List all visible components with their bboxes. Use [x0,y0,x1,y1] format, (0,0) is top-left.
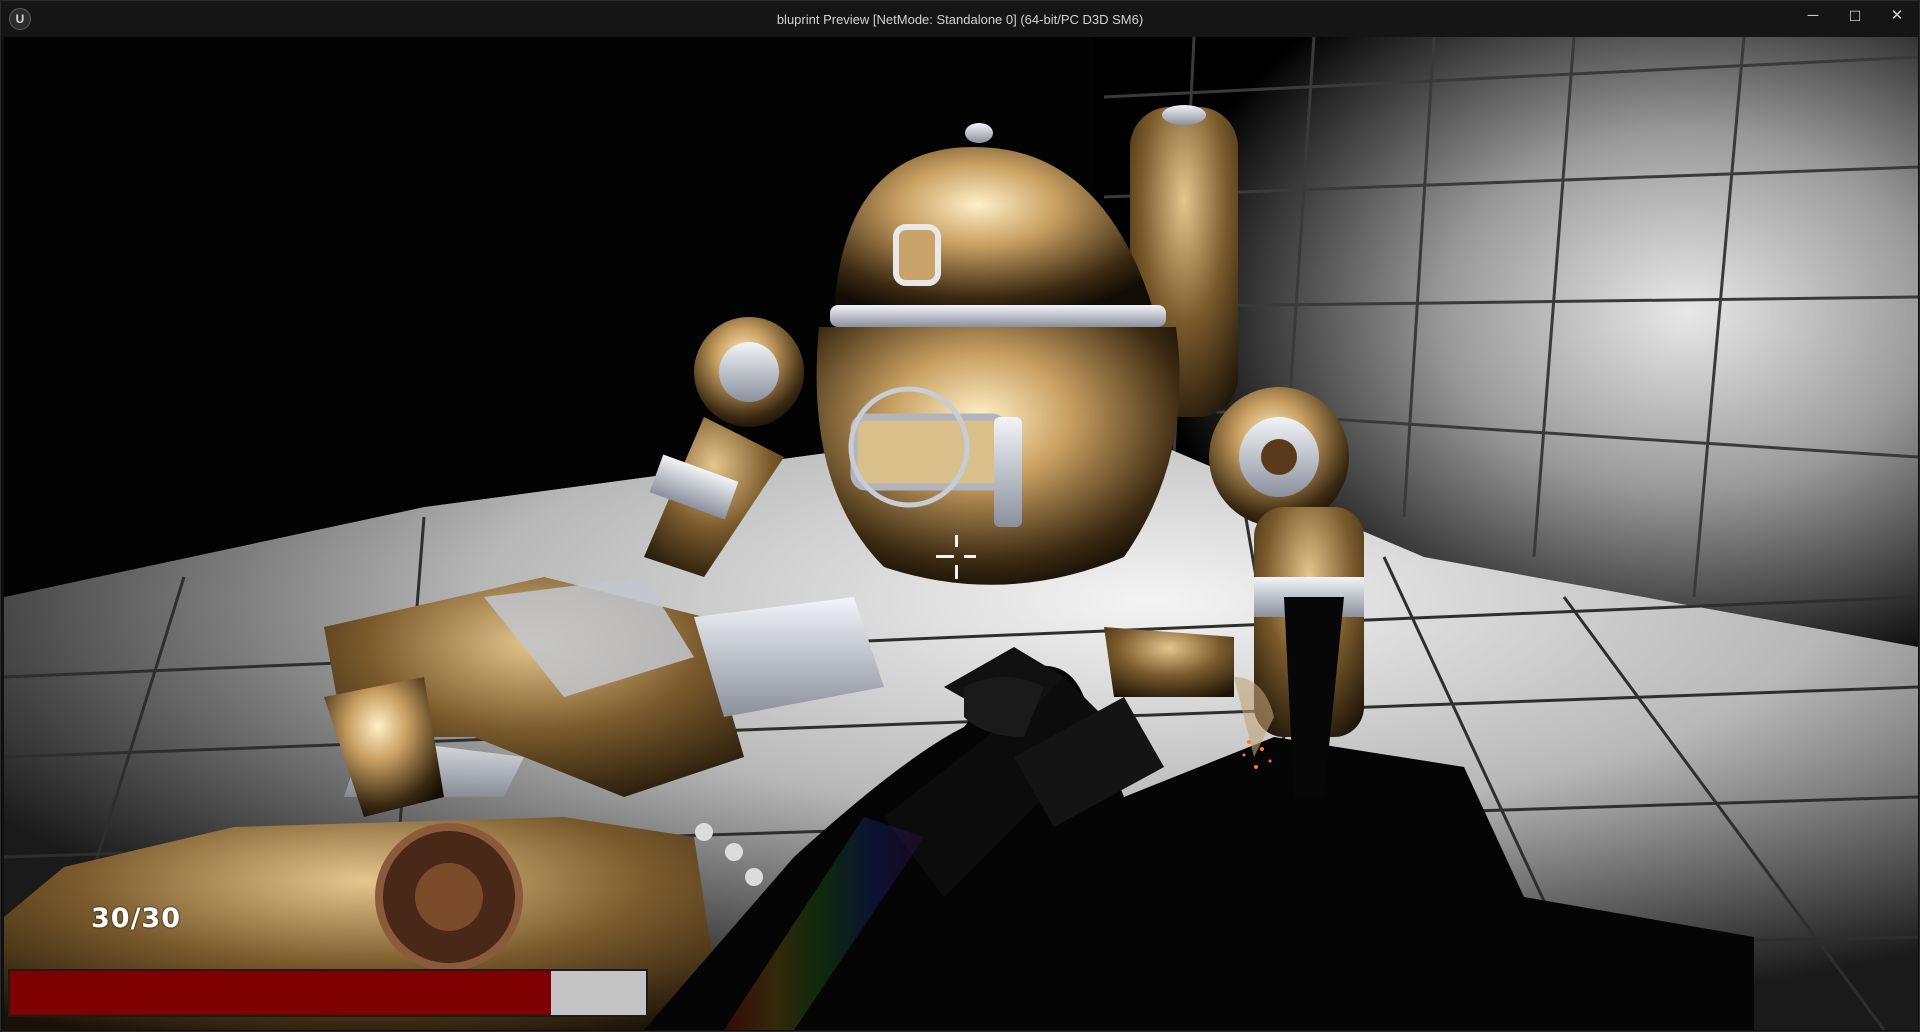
maximize-button[interactable]: ☐ [1834,1,1876,31]
crosshair-icon [932,531,984,583]
ammo-counter: 30/30 [91,903,182,934]
game-window: U bluprint Preview [NetMode: Standalone … [0,0,1920,1032]
minimize-button[interactable]: ─ [1792,1,1834,31]
close-button[interactable]: ✕ [1876,1,1918,31]
health-bar-fill [10,971,551,1015]
game-viewport[interactable]: 30/30 [4,37,1918,1030]
window-title: bluprint Preview [NetMode: Standalone 0]… [776,12,1144,27]
health-bar [8,969,648,1017]
title-bar[interactable]: U bluprint Preview [NetMode: Standalone … [1,1,1919,37]
